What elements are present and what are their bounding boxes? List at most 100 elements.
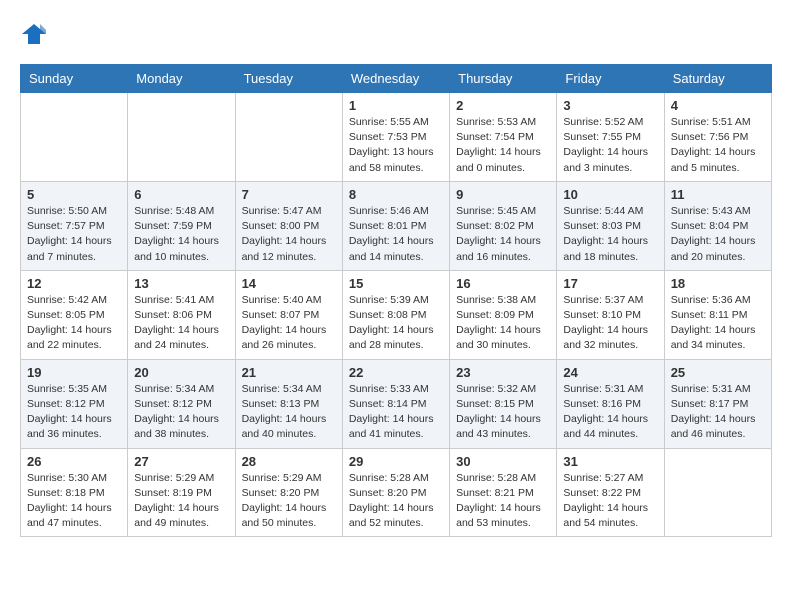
calendar-cell: 9 Sunrise: 5:45 AM Sunset: 8:02 PM Daylig… (450, 181, 557, 270)
day-info: Sunrise: 5:31 AM Sunset: 8:16 PM Dayligh… (563, 382, 657, 443)
calendar-cell: 7 Sunrise: 5:47 AM Sunset: 8:00 PM Daylig… (235, 181, 342, 270)
day-info: Sunrise: 5:33 AM Sunset: 8:14 PM Dayligh… (349, 382, 443, 443)
calendar-cell: 18 Sunrise: 5:36 AM Sunset: 8:11 PM Dayli… (664, 270, 771, 359)
day-info: Sunrise: 5:51 AM Sunset: 7:56 PM Dayligh… (671, 115, 765, 176)
day-info: Sunrise: 5:39 AM Sunset: 8:08 PM Dayligh… (349, 293, 443, 354)
weekday-header: Tuesday (235, 65, 342, 93)
day-number: 7 (242, 187, 336, 202)
calendar-cell: 28 Sunrise: 5:29 AM Sunset: 8:20 PM Dayli… (235, 448, 342, 537)
day-number: 18 (671, 276, 765, 291)
day-number: 5 (27, 187, 121, 202)
day-info: Sunrise: 5:30 AM Sunset: 8:18 PM Dayligh… (27, 471, 121, 532)
calendar-cell (128, 93, 235, 182)
logo (20, 20, 52, 48)
day-info: Sunrise: 5:53 AM Sunset: 7:54 PM Dayligh… (456, 115, 550, 176)
page-header (20, 20, 772, 48)
day-info: Sunrise: 5:41 AM Sunset: 8:06 PM Dayligh… (134, 293, 228, 354)
day-number: 2 (456, 98, 550, 113)
calendar-cell (235, 93, 342, 182)
calendar-cell: 14 Sunrise: 5:40 AM Sunset: 8:07 PM Dayli… (235, 270, 342, 359)
day-number: 13 (134, 276, 228, 291)
calendar-cell: 15 Sunrise: 5:39 AM Sunset: 8:08 PM Dayli… (342, 270, 449, 359)
day-info: Sunrise: 5:34 AM Sunset: 8:12 PM Dayligh… (134, 382, 228, 443)
day-info: Sunrise: 5:55 AM Sunset: 7:53 PM Dayligh… (349, 115, 443, 176)
day-number: 14 (242, 276, 336, 291)
calendar-cell: 22 Sunrise: 5:33 AM Sunset: 8:14 PM Dayli… (342, 359, 449, 448)
logo-icon (20, 20, 48, 48)
day-info: Sunrise: 5:28 AM Sunset: 8:20 PM Dayligh… (349, 471, 443, 532)
day-info: Sunrise: 5:37 AM Sunset: 8:10 PM Dayligh… (563, 293, 657, 354)
weekday-header: Monday (128, 65, 235, 93)
calendar-week-row: 12Sunrise: 5:42 AM Sunset: 8:05 PM Dayli… (21, 270, 772, 359)
day-number: 4 (671, 98, 765, 113)
day-info: Sunrise: 5:29 AM Sunset: 8:20 PM Dayligh… (242, 471, 336, 532)
day-info: Sunrise: 5:42 AM Sunset: 8:05 PM Dayligh… (27, 293, 121, 354)
day-info: Sunrise: 5:43 AM Sunset: 8:04 PM Dayligh… (671, 204, 765, 265)
calendar-cell: 17Sunrise: 5:37 AM Sunset: 8:10 PM Dayli… (557, 270, 664, 359)
day-info: Sunrise: 5:50 AM Sunset: 7:57 PM Dayligh… (27, 204, 121, 265)
calendar-cell: 23 Sunrise: 5:32 AM Sunset: 8:15 PM Dayli… (450, 359, 557, 448)
calendar-cell: 8 Sunrise: 5:46 AM Sunset: 8:01 PM Daylig… (342, 181, 449, 270)
weekday-header: Wednesday (342, 65, 449, 93)
day-number: 19 (27, 365, 121, 380)
calendar-cell: 29Sunrise: 5:28 AM Sunset: 8:20 PM Dayli… (342, 448, 449, 537)
calendar-cell: 31 Sunrise: 5:27 AM Sunset: 8:22 PM Dayli… (557, 448, 664, 537)
weekday-header: Sunday (21, 65, 128, 93)
day-info: Sunrise: 5:40 AM Sunset: 8:07 PM Dayligh… (242, 293, 336, 354)
day-number: 22 (349, 365, 443, 380)
day-number: 20 (134, 365, 228, 380)
weekday-header: Friday (557, 65, 664, 93)
day-number: 16 (456, 276, 550, 291)
day-number: 21 (242, 365, 336, 380)
day-number: 11 (671, 187, 765, 202)
calendar-week-row: 1 Sunrise: 5:55 AM Sunset: 7:53 PM Daylig… (21, 93, 772, 182)
day-number: 9 (456, 187, 550, 202)
day-number: 25 (671, 365, 765, 380)
day-number: 10 (563, 187, 657, 202)
calendar-week-row: 5 Sunrise: 5:50 AM Sunset: 7:57 PM Daylig… (21, 181, 772, 270)
day-number: 27 (134, 454, 228, 469)
calendar-table: SundayMondayTuesdayWednesdayThursdayFrid… (20, 64, 772, 537)
calendar-cell: 4 Sunrise: 5:51 AM Sunset: 7:56 PM Daylig… (664, 93, 771, 182)
weekday-header: Thursday (450, 65, 557, 93)
calendar-cell (21, 93, 128, 182)
day-info: Sunrise: 5:27 AM Sunset: 8:22 PM Dayligh… (563, 471, 657, 532)
calendar-cell: 20 Sunrise: 5:34 AM Sunset: 8:12 PM Dayli… (128, 359, 235, 448)
day-info: Sunrise: 5:38 AM Sunset: 8:09 PM Dayligh… (456, 293, 550, 354)
day-info: Sunrise: 5:35 AM Sunset: 8:12 PM Dayligh… (27, 382, 121, 443)
day-info: Sunrise: 5:36 AM Sunset: 8:11 PM Dayligh… (671, 293, 765, 354)
day-number: 26 (27, 454, 121, 469)
day-info: Sunrise: 5:48 AM Sunset: 7:59 PM Dayligh… (134, 204, 228, 265)
calendar-cell: 19 Sunrise: 5:35 AM Sunset: 8:12 PM Dayli… (21, 359, 128, 448)
calendar-cell: 21 Sunrise: 5:34 AM Sunset: 8:13 PM Dayli… (235, 359, 342, 448)
day-number: 1 (349, 98, 443, 113)
weekday-header: Saturday (664, 65, 771, 93)
day-info: Sunrise: 5:29 AM Sunset: 8:19 PM Dayligh… (134, 471, 228, 532)
day-info: Sunrise: 5:34 AM Sunset: 8:13 PM Dayligh… (242, 382, 336, 443)
day-info: Sunrise: 5:31 AM Sunset: 8:17 PM Dayligh… (671, 382, 765, 443)
day-number: 8 (349, 187, 443, 202)
calendar-cell: 10Sunrise: 5:44 AM Sunset: 8:03 PM Dayli… (557, 181, 664, 270)
calendar-cell: 30Sunrise: 5:28 AM Sunset: 8:21 PM Dayli… (450, 448, 557, 537)
day-number: 23 (456, 365, 550, 380)
day-info: Sunrise: 5:52 AM Sunset: 7:55 PM Dayligh… (563, 115, 657, 176)
day-number: 28 (242, 454, 336, 469)
day-info: Sunrise: 5:47 AM Sunset: 8:00 PM Dayligh… (242, 204, 336, 265)
day-info: Sunrise: 5:46 AM Sunset: 8:01 PM Dayligh… (349, 204, 443, 265)
day-number: 15 (349, 276, 443, 291)
calendar-cell: 16 Sunrise: 5:38 AM Sunset: 8:09 PM Dayli… (450, 270, 557, 359)
calendar-cell: 26 Sunrise: 5:30 AM Sunset: 8:18 PM Dayli… (21, 448, 128, 537)
day-number: 24 (563, 365, 657, 380)
day-number: 3 (563, 98, 657, 113)
calendar-cell: 27 Sunrise: 5:29 AM Sunset: 8:19 PM Dayli… (128, 448, 235, 537)
day-number: 30 (456, 454, 550, 469)
calendar-cell: 3 Sunrise: 5:52 AM Sunset: 7:55 PM Daylig… (557, 93, 664, 182)
calendar-cell: 11 Sunrise: 5:43 AM Sunset: 8:04 PM Dayli… (664, 181, 771, 270)
day-info: Sunrise: 5:32 AM Sunset: 8:15 PM Dayligh… (456, 382, 550, 443)
calendar-cell: 25 Sunrise: 5:31 AM Sunset: 8:17 PM Dayli… (664, 359, 771, 448)
calendar-week-row: 26 Sunrise: 5:30 AM Sunset: 8:18 PM Dayli… (21, 448, 772, 537)
calendar-cell: 5 Sunrise: 5:50 AM Sunset: 7:57 PM Daylig… (21, 181, 128, 270)
day-number: 6 (134, 187, 228, 202)
day-number: 31 (563, 454, 657, 469)
day-info: Sunrise: 5:45 AM Sunset: 8:02 PM Dayligh… (456, 204, 550, 265)
